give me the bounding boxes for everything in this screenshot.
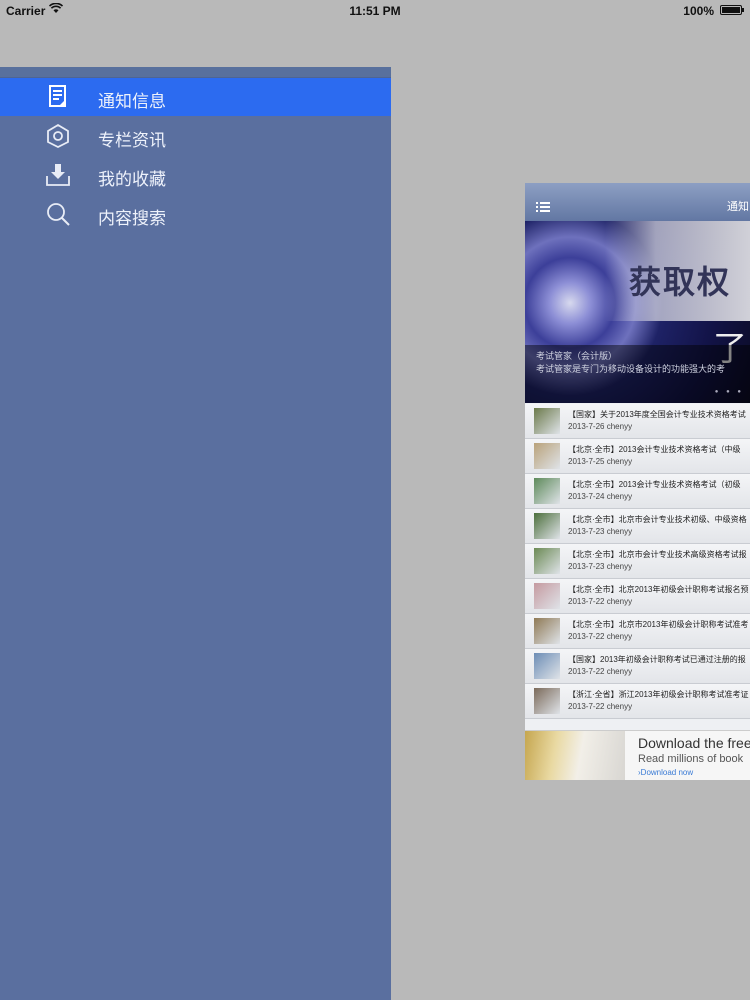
sidebar-item-search[interactable]: 内容搜索 — [0, 195, 391, 233]
article-author: chenyy — [606, 492, 633, 501]
article-thumbnail — [534, 583, 560, 609]
sidebar-item-label: 我的收藏 — [98, 170, 166, 189]
sidebar-item-notices[interactable]: 通知信息 — [0, 78, 391, 116]
ad-subline: Read millions of book — [638, 753, 744, 765]
article-title: 【北京·全市】2013会计专业技术资格考试（中级 — [568, 445, 741, 454]
article-list: 【国家】关于2013年度全国会计专业技术资格考试 2013-7-26 chenyy… — [525, 404, 750, 719]
article-author: chenyy — [606, 527, 633, 536]
article-thumbnail — [534, 548, 560, 574]
gear-icon — [44, 123, 72, 149]
list-item[interactable]: 【国家】关于2013年度全国会计专业技术资格考试 2013-7-26 chenyy — [525, 404, 750, 439]
banner-carousel[interactable]: 获取权 了 考试管家（会计版） 考试管家是专门为移动设备设计的功能强大的考 ● … — [525, 221, 750, 403]
article-title: 【北京·全市】北京市会计专业技术初级、中级资格 — [568, 515, 747, 524]
article-author: chenyy — [606, 457, 633, 466]
article-title: 【北京·全市】北京市2013年初级会计职称考试准考 — [568, 620, 749, 629]
list-item[interactable]: 【北京·全市】北京市会计专业技术初级、中级资格 2013-7-23 chenyy — [525, 509, 750, 544]
sidebar-item-label: 通知信息 — [98, 92, 166, 111]
sidebar-item-label: 内容搜索 — [98, 209, 166, 228]
banner-headline: 获取权 — [629, 264, 732, 300]
article-meta: 2013-7-26 chenyy — [568, 422, 632, 431]
banner-caption: 考试管家（会计版） 考试管家是专门为移动设备设计的功能强大的考 ● ● ● — [525, 345, 750, 403]
article-meta: 2013-7-24 chenyy — [568, 492, 632, 501]
article-date: 2013-7-22 — [568, 632, 605, 641]
ad-photo — [525, 731, 625, 780]
article-title: 【北京·全市】2013会计专业技术资格考试（初级 — [568, 480, 741, 489]
article-author: chenyy — [606, 562, 633, 571]
article-title: 【国家】2013年初级会计职称考试已通过注册的报 — [568, 655, 746, 664]
side-menu-top-edge — [0, 67, 391, 78]
list-item[interactable]: 【北京·全市】北京市会计专业技术高级资格考试报 2013-7-23 chenyy — [525, 544, 750, 579]
article-date: 2013-7-22 — [568, 597, 605, 606]
article-author: chenyy — [606, 667, 633, 676]
article-thumbnail — [534, 443, 560, 469]
article-meta: 2013-7-22 chenyy — [568, 597, 632, 606]
side-menu: 通知信息 专栏资讯 我的收藏 内容搜索 — [0, 67, 391, 1000]
article-thumbnail — [534, 618, 560, 644]
download-tray-icon — [44, 162, 72, 188]
sidebar-item-favorites[interactable]: 我的收藏 — [0, 156, 391, 194]
article-title: 【国家】关于2013年度全国会计专业技术资格考试 — [568, 410, 746, 419]
article-title: 【北京·全市】北京市会计专业技术高级资格考试报 — [568, 550, 747, 559]
list-item[interactable]: 【北京·全市】2013会计专业技术资格考试（初级 2013-7-24 chenyy — [525, 474, 750, 509]
banner-caption-text: 考试管家是专门为移动设备设计的功能强大的考 — [536, 364, 726, 374]
article-meta: 2013-7-22 chenyy — [568, 702, 632, 711]
article-title: 【北京·全市】北京2013年初级会计职称考试报名预 — [568, 585, 749, 594]
clock: 11:51 PM — [349, 4, 401, 18]
list-item[interactable]: 【北京·全市】北京2013年初级会计职称考试报名预 2013-7-22 cheny… — [525, 579, 750, 614]
banner-caption-title: 考试管家（会计版） — [536, 351, 618, 361]
ad-download-link[interactable]: ›Download now — [638, 768, 693, 777]
article-date: 2013-7-22 — [568, 702, 605, 711]
nav-bar: 通知 — [525, 183, 750, 221]
article-thumbnail — [534, 653, 560, 679]
list-item[interactable]: 【北京·全市】北京市2013年初级会计职称考试准考 2013-7-22 cheny… — [525, 614, 750, 649]
article-meta: 2013-7-22 chenyy — [568, 667, 632, 676]
list-item[interactable]: 【国家】2013年初级会计职称考试已通过注册的报 2013-7-22 chenyy — [525, 649, 750, 684]
battery-percent: 100% — [683, 4, 714, 18]
article-thumbnail — [534, 688, 560, 714]
sidebar-item-columns[interactable]: 专栏资讯 — [0, 117, 391, 155]
search-icon — [44, 201, 72, 227]
article-meta: 2013-7-22 chenyy — [568, 632, 632, 641]
article-title: 【浙江·全省】浙江2013年初级会计职称考试准考证 — [568, 690, 749, 699]
article-date: 2013-7-26 — [568, 422, 605, 431]
article-meta: 2013-7-23 chenyy — [568, 527, 632, 536]
article-author: chenyy — [606, 632, 633, 641]
menu-list-icon[interactable] — [536, 199, 550, 217]
nav-title: 通知 — [727, 201, 749, 213]
battery-icon — [720, 5, 744, 15]
list-item[interactable]: 【北京·全市】2013会计专业技术资格考试（中级 2013-7-25 chenyy — [525, 439, 750, 474]
notice-icon — [44, 84, 72, 110]
article-meta: 2013-7-23 chenyy — [568, 562, 632, 571]
article-thumbnail — [534, 478, 560, 504]
page-indicator: ● ● ● — [714, 389, 744, 395]
article-thumbnail — [534, 513, 560, 539]
sidebar-item-label: 专栏资讯 — [98, 131, 166, 150]
list-item[interactable]: 【浙江·全省】浙江2013年初级会计职称考试准考证 2013-7-22 cheny… — [525, 684, 750, 719]
article-date: 2013-7-23 — [568, 527, 605, 536]
status-bar: Carrier 11:51 PM 100% — [0, 0, 750, 22]
article-date: 2013-7-25 — [568, 457, 605, 466]
article-date: 2013-7-22 — [568, 667, 605, 676]
main-view-preview[interactable]: 通知 获取权 了 考试管家（会计版） 考试管家是专门为移动设备设计的功能强大的考… — [525, 183, 750, 780]
ad-banner[interactable]: Download the free Read millions of book … — [525, 730, 750, 780]
article-meta: 2013-7-25 chenyy — [568, 457, 632, 466]
article-date: 2013-7-24 — [568, 492, 605, 501]
article-date: 2013-7-23 — [568, 562, 605, 571]
article-author: chenyy — [606, 422, 633, 431]
article-author: chenyy — [606, 597, 633, 606]
ad-headline: Download the free — [638, 735, 750, 751]
article-thumbnail — [534, 408, 560, 434]
article-author: chenyy — [606, 702, 633, 711]
